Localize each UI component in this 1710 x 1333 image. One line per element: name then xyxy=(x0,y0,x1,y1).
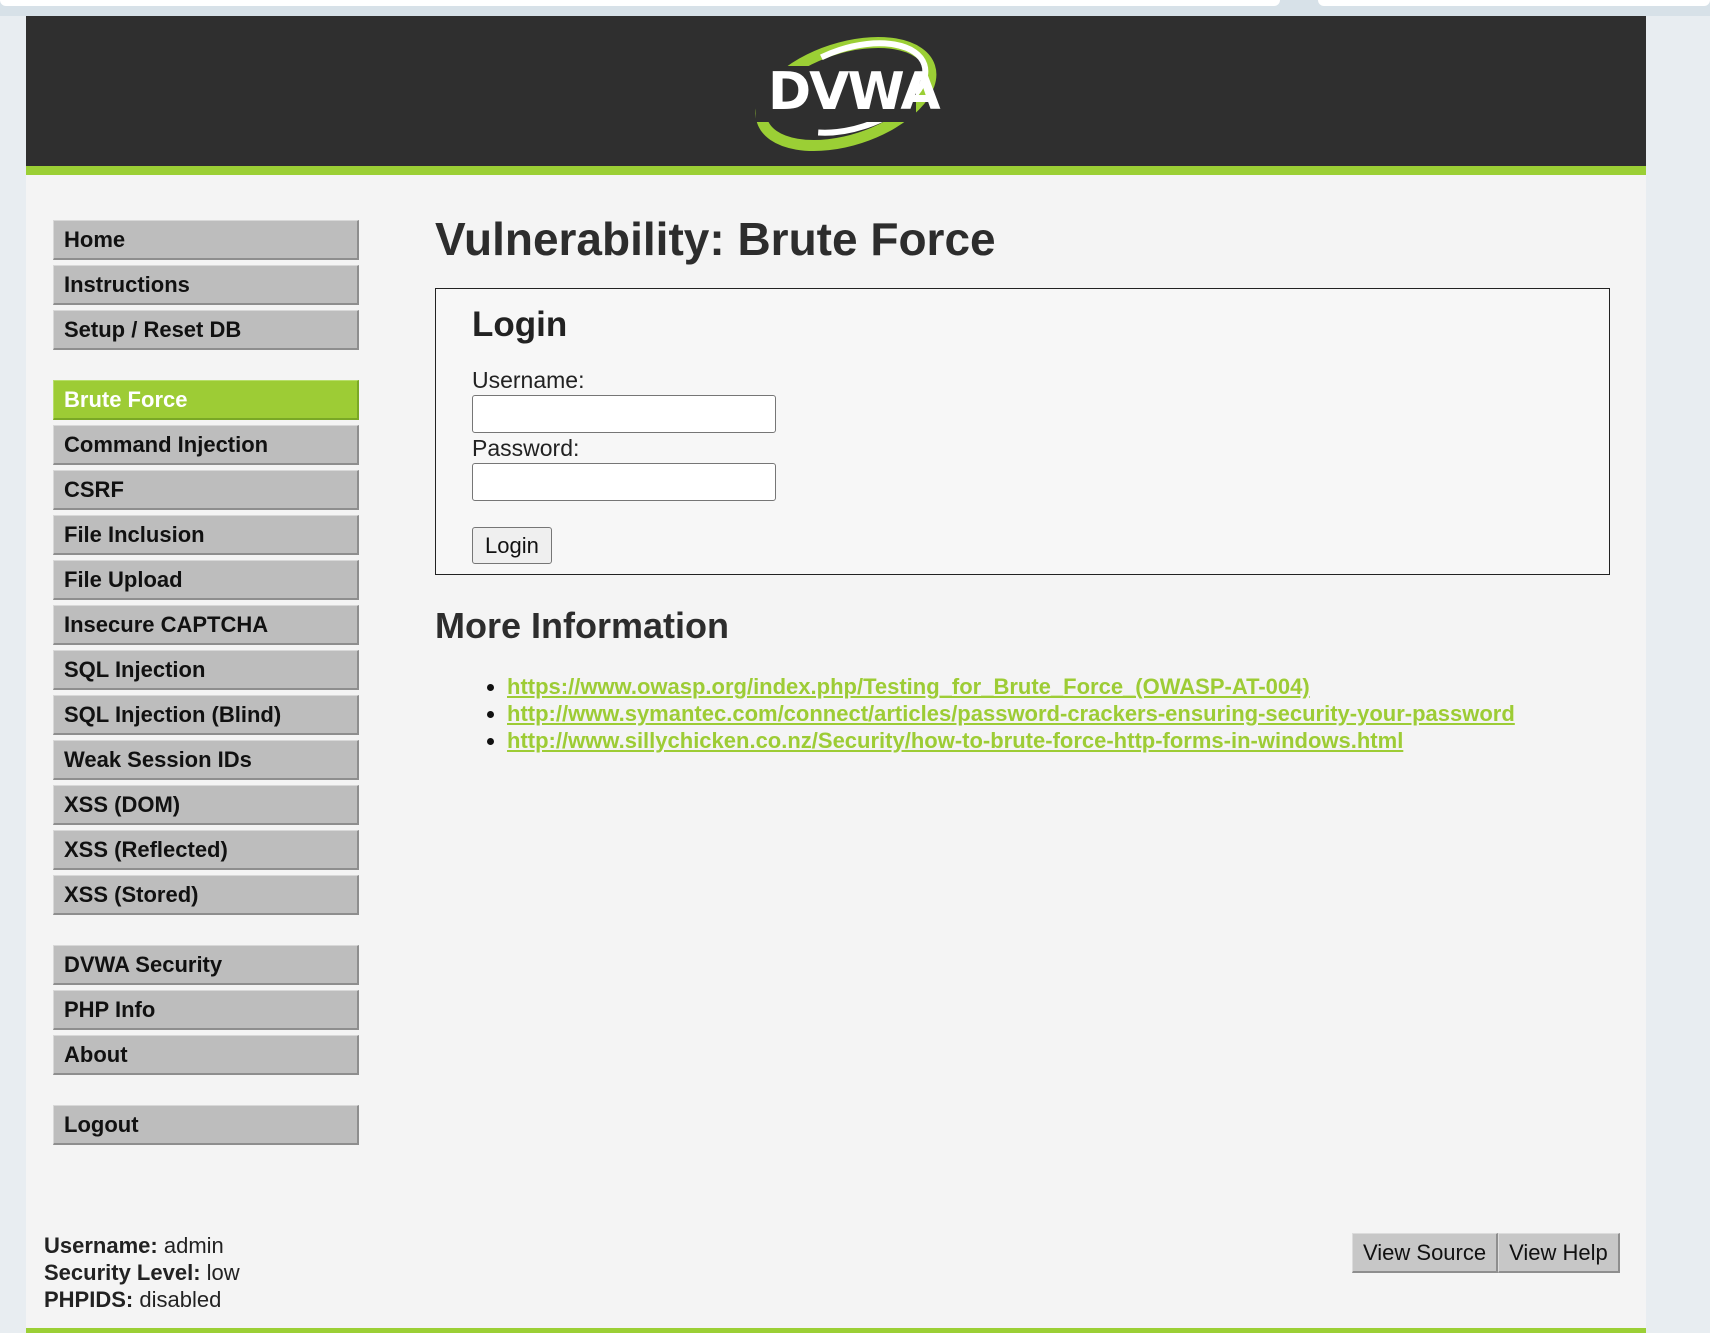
menu-group-main: Home Instructions Setup / Reset DB xyxy=(53,220,359,350)
sidebar-item-xss-dom[interactable]: XSS (DOM) xyxy=(53,785,359,825)
username-input[interactable] xyxy=(472,395,776,433)
sidebar-item-insecure-captcha[interactable]: Insecure CAPTCHA xyxy=(53,605,359,645)
more-information-links: https://www.owasp.org/index.php/Testing_… xyxy=(435,673,1610,754)
sidebar-nav: Home Instructions Setup / Reset DB Brute… xyxy=(53,220,359,1175)
phpids-value: disabled xyxy=(139,1287,222,1312)
sidebar-item-setup-reset-db[interactable]: Setup / Reset DB xyxy=(53,310,359,350)
list-item: http://www.sillychicken.co.nz/Security/h… xyxy=(507,727,1610,754)
menu-group-logout: Logout xyxy=(53,1105,359,1145)
security-level-status: Security Level: low xyxy=(44,1259,240,1286)
browser-tab-edge xyxy=(0,0,1280,6)
phpids-status: PHPIDS: disabled xyxy=(44,1286,240,1313)
sidebar-item-file-upload[interactable]: File Upload xyxy=(53,560,359,600)
page-header: DVWA xyxy=(26,16,1646,175)
browser-top-strip xyxy=(0,0,1710,16)
sidebar-item-about[interactable]: About xyxy=(53,1035,359,1075)
dvwa-page: DVWA Home Instructions Setup / Reset DB … xyxy=(26,16,1646,1333)
sidebar-item-xss-stored[interactable]: XSS (Stored) xyxy=(53,875,359,915)
sidebar-item-php-info[interactable]: PHP Info xyxy=(53,990,359,1030)
login-heading: Login xyxy=(472,305,568,344)
sidebar-item-brute-force[interactable]: Brute Force xyxy=(53,380,359,420)
more-information-heading: More Information xyxy=(435,605,729,646)
sidebar-item-xss-reflected[interactable]: XSS (Reflected) xyxy=(53,830,359,870)
footer-divider xyxy=(26,1328,1646,1333)
username-status-value: admin xyxy=(163,1233,224,1258)
browser-tab-edge xyxy=(1318,0,1710,6)
login-form-box: Login Username: Password: Login xyxy=(435,288,1610,575)
security-level-label: Security Level: xyxy=(44,1260,201,1285)
sidebar-item-csrf[interactable]: CSRF xyxy=(53,470,359,510)
sidebar-item-command-injection[interactable]: Command Injection xyxy=(53,425,359,465)
sidebar-item-logout[interactable]: Logout xyxy=(53,1105,359,1145)
sidebar-item-home[interactable]: Home xyxy=(53,220,359,260)
list-item: http://www.symantec.com/connect/articles… xyxy=(507,700,1610,727)
dvwa-logo: DVWA xyxy=(736,32,956,162)
sidebar-item-weak-session-ids[interactable]: Weak Session IDs xyxy=(53,740,359,780)
login-button[interactable]: Login xyxy=(472,527,552,564)
footer-buttons: View Source View Help xyxy=(1352,1233,1620,1273)
menu-group-vulnerabilities: Brute Force Command Injection CSRF File … xyxy=(53,380,359,915)
user-status-info: Username: admin Security Level: low PHPI… xyxy=(44,1232,240,1313)
menu-group-settings: DVWA Security PHP Info About xyxy=(53,945,359,1075)
view-source-button[interactable]: View Source xyxy=(1352,1233,1499,1273)
username-status: Username: admin xyxy=(44,1232,240,1259)
sillychicken-link[interactable]: http://www.sillychicken.co.nz/Security/h… xyxy=(507,728,1403,753)
password-label: Password: xyxy=(472,435,580,461)
sidebar-item-dvwa-security[interactable]: DVWA Security xyxy=(53,945,359,985)
view-help-button[interactable]: View Help xyxy=(1498,1233,1620,1273)
page-title: Vulnerability: Brute Force xyxy=(435,213,996,265)
sidebar-item-sql-injection[interactable]: SQL Injection xyxy=(53,650,359,690)
main-content: Vulnerability: Brute Force Login Usernam… xyxy=(435,194,1610,754)
symantec-link[interactable]: http://www.symantec.com/connect/articles… xyxy=(507,701,1515,726)
password-input[interactable] xyxy=(472,463,776,501)
username-status-label: Username: xyxy=(44,1233,158,1258)
security-level-value: low xyxy=(206,1260,240,1285)
username-label: Username: xyxy=(472,367,585,393)
logo-text: DVWA xyxy=(768,62,941,122)
phpids-label: PHPIDS: xyxy=(44,1287,134,1312)
sidebar-item-sql-injection-blind[interactable]: SQL Injection (Blind) xyxy=(53,695,359,735)
sidebar-item-file-inclusion[interactable]: File Inclusion xyxy=(53,515,359,555)
sidebar-item-instructions[interactable]: Instructions xyxy=(53,265,359,305)
owasp-link[interactable]: https://www.owasp.org/index.php/Testing_… xyxy=(507,674,1310,699)
list-item: https://www.owasp.org/index.php/Testing_… xyxy=(507,673,1610,700)
